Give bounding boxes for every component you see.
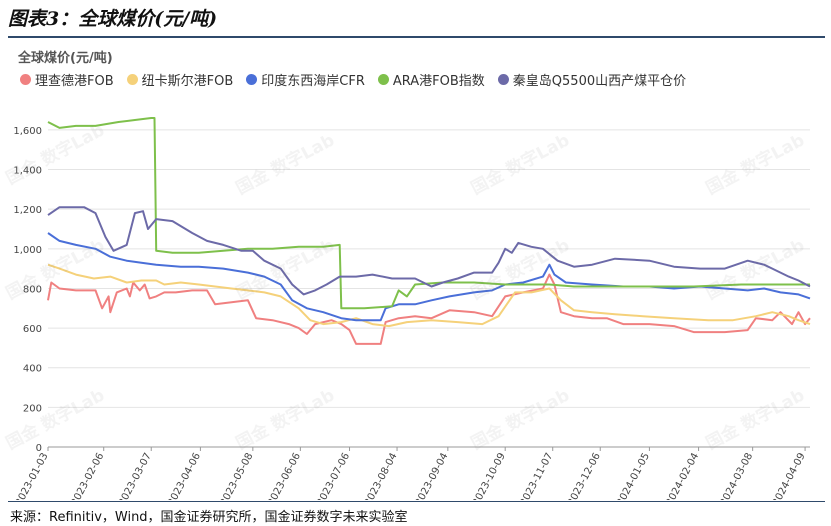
bottom-rule — [8, 501, 825, 502]
x-tick-label: 2023-04-06 — [166, 451, 203, 500]
x-tick-label: 2024-01-05 — [615, 451, 652, 500]
line-chart: 02004006008001,0001,2001,4001,6002023-01… — [13, 117, 811, 500]
x-tick-label: 2024-02-04 — [664, 451, 701, 500]
y-tick-label: 1,200 — [13, 205, 42, 216]
y-tick-label: 1,400 — [13, 166, 42, 177]
series-line — [47, 232, 811, 322]
source-note: 来源：Refinitiv，Wind，国金证券研究所，国金证券数字未来实验室 — [10, 510, 408, 525]
x-tick-label: 2023-02-06 — [69, 451, 106, 500]
y-tick-label: 200 — [23, 403, 42, 414]
y-tick-label: 400 — [23, 364, 42, 375]
series-line — [47, 117, 810, 310]
x-tick-label: 2023-09-04 — [413, 451, 450, 500]
x-tick-label: 2023-07-06 — [315, 451, 352, 500]
y-tick-label: 1,600 — [13, 126, 42, 137]
x-tick-label: 2023-05-08 — [218, 451, 255, 500]
y-tick-label: 800 — [23, 284, 42, 295]
x-tick-label: 2023-06-06 — [266, 451, 303, 500]
x-tick-label: 2023-11-07 — [518, 451, 555, 500]
x-tick-label: 2024-04-09 — [771, 451, 808, 500]
x-tick-label: 2023-12-06 — [566, 451, 603, 500]
x-tick-label: 2023-01-03 — [14, 451, 51, 500]
x-tick-label: 2023-08-04 — [363, 451, 400, 500]
x-tick-label: 2023-03-07 — [117, 451, 154, 500]
x-tick-label: 2024-03-08 — [718, 451, 755, 500]
y-tick-label: 600 — [23, 324, 42, 335]
x-tick-label: 2023-10-09 — [471, 451, 508, 500]
y-tick-label: 1,000 — [13, 245, 42, 256]
